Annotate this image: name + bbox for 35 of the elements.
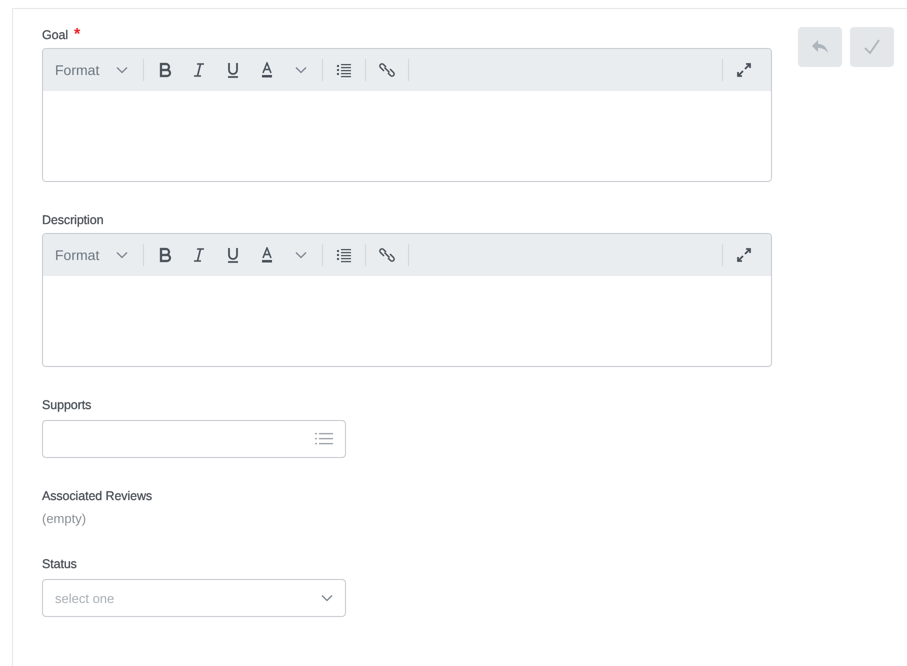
chevron-down-icon xyxy=(295,251,307,259)
list-icon xyxy=(336,62,352,78)
field-value: (empty) xyxy=(42,511,88,526)
format-dropdown[interactable]: Format xyxy=(55,247,105,263)
link-icon xyxy=(379,247,395,263)
chevron-down-icon xyxy=(321,594,333,602)
underline-icon xyxy=(225,247,241,263)
expand-icon xyxy=(736,62,752,78)
field-label: Description xyxy=(42,213,104,227)
field-label: Goal xyxy=(42,28,68,42)
rich-text-editor[interactable]: Format xyxy=(42,48,772,182)
status-dropdown[interactable]: select one xyxy=(42,579,346,617)
list-icon xyxy=(336,247,352,263)
supports-field[interactable] xyxy=(42,420,346,458)
italic-icon xyxy=(191,247,207,263)
text-color-icon xyxy=(259,62,275,78)
link-icon xyxy=(379,62,395,78)
list-icon xyxy=(315,432,333,446)
bold-icon xyxy=(157,62,173,78)
chevron-down-icon xyxy=(295,66,307,74)
chevron-down-icon xyxy=(116,66,128,74)
reply-icon xyxy=(811,39,829,55)
expand-icon xyxy=(736,247,752,263)
rich-text-editor[interactable]: Format xyxy=(42,233,772,367)
checkmark-icon xyxy=(863,38,881,56)
bold-icon xyxy=(157,247,173,263)
format-dropdown[interactable]: Format xyxy=(55,62,105,78)
text-color-icon xyxy=(259,247,275,263)
field-label: Associated Reviews xyxy=(42,489,152,503)
field-label: Status xyxy=(42,557,77,571)
underline-icon xyxy=(225,62,241,78)
italic-icon xyxy=(191,62,207,78)
chevron-down-icon xyxy=(116,251,128,259)
required-marker: * xyxy=(74,26,80,44)
field-label: Supports xyxy=(42,398,92,412)
